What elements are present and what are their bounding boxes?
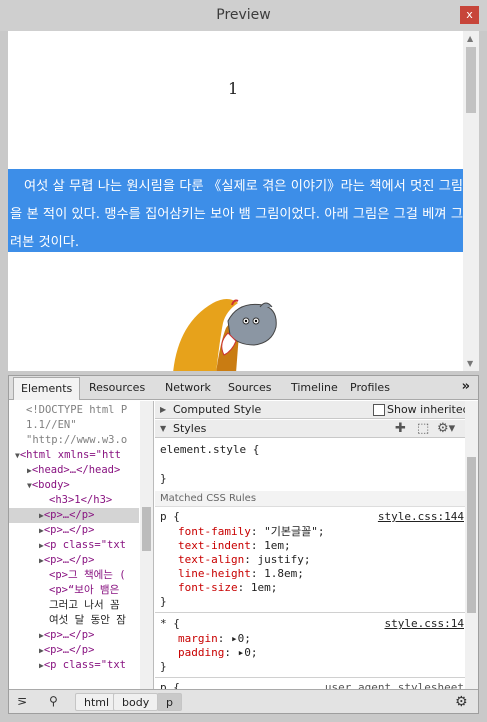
dom-node[interactable]: ▶<p class="txt [39, 538, 126, 553]
gear-icon[interactable]: ⚙▾ [437, 420, 455, 438]
dom-node[interactable]: 그러고 나서 꼼 [49, 598, 120, 613]
rule-source-link[interactable]: style.css:144 [378, 510, 464, 523]
divider [155, 677, 478, 678]
rule-close-brace: } [160, 595, 167, 608]
scroll-down-icon[interactable]: ▼ [467, 359, 473, 368]
settings-gear-icon[interactable]: ⚙ [455, 694, 468, 710]
dom-node[interactable]: ▶<p>…</p> [39, 523, 94, 538]
css-property[interactable]: padding: ▸0; [178, 646, 257, 660]
dom-scrollbar[interactable] [140, 401, 153, 689]
styles-scrollbar[interactable] [465, 401, 478, 689]
rule-close-brace: } [160, 472, 167, 485]
rule-selector[interactable]: p { [160, 681, 180, 689]
rule-selector[interactable]: p { [160, 510, 180, 524]
breadcrumb-p[interactable]: p [157, 693, 182, 711]
dom-node[interactable]: ▶<head>…</head> [27, 463, 120, 478]
dom-tree[interactable]: <!DOCTYPE html P 1.1//EN" "http://www.w3… [9, 401, 154, 689]
close-button[interactable]: x [460, 6, 479, 24]
dom-node[interactable]: ▶<p>…</p> [39, 643, 94, 658]
chapter-heading: 1 [228, 79, 239, 98]
user-agent-source: user agent stylesheet [324, 681, 464, 689]
css-property[interactable]: font-size: 1em; [178, 581, 277, 595]
styles-sidebar: ▶ Computed Style Show inherited ▼ Styles… [155, 401, 478, 689]
computed-style-header[interactable]: ▶ Computed Style Show inherited [155, 401, 478, 419]
paragraph-text: 여섯 살 무렵 나는 원시림을 다룬 《실제로 겪은 이야기》라는 책에서 멋진… [10, 179, 463, 250]
title-bar: Preview x [0, 0, 487, 31]
matched-css-rules-header: Matched CSS Rules [155, 491, 478, 507]
dom-node[interactable]: 1.1//EN" [26, 418, 77, 433]
dom-node[interactable]: "http://www.w3.o [26, 433, 127, 448]
collapsed-triangle-icon[interactable]: ▶ [160, 401, 166, 419]
tab-sources[interactable]: Sources [228, 381, 272, 394]
dom-node[interactable]: <h3>1</h3> [49, 493, 112, 508]
selected-paragraph[interactable]: 여섯 살 무렵 나는 원시림을 다룬 《실제로 겪은 이야기》라는 책에서 멋진… [8, 169, 463, 252]
dom-node[interactable]: ▶<p class="txt [39, 658, 126, 673]
rule-source-link[interactable]: style.css:14 [385, 617, 464, 630]
rule-selector[interactable]: * { [160, 617, 180, 631]
dom-node[interactable]: 여섯 달 동안 잠 [49, 613, 126, 628]
breadcrumb-body[interactable]: body [113, 693, 159, 711]
tab-elements[interactable]: Elements [13, 377, 81, 400]
preview-pane: 1 여섯 살 무렵 나는 원시림을 다룬 《실제로 겪은 이야기》라는 책에서 … [8, 31, 479, 371]
element-style-selector[interactable]: element.style { [160, 443, 259, 457]
dom-node-selected[interactable]: ▶<p>…</p> [9, 508, 139, 523]
divider [155, 612, 478, 613]
dom-node[interactable]: <p>“보아 뱀은 [49, 583, 119, 598]
tab-resources[interactable]: Resources [89, 381, 145, 394]
devtools-panel: Elements Resources Network Sources Timel… [8, 375, 479, 714]
tab-timeline[interactable]: Timeline [291, 381, 338, 394]
show-inherited-checkbox[interactable] [373, 404, 385, 416]
dom-node[interactable]: ▼<body> [27, 478, 70, 493]
rule-close-brace: } [160, 660, 167, 673]
scrollbar-thumb[interactable] [467, 457, 476, 613]
console-drawer-icon[interactable]: ⋝ [17, 694, 27, 708]
dom-node[interactable]: ▶<p>…</p> [39, 628, 94, 643]
css-property[interactable]: line-height: 1.8em; [178, 567, 304, 581]
tab-network[interactable]: Network [165, 381, 211, 394]
tab-profiles[interactable]: Profiles [350, 381, 390, 394]
scrollbar-thumb[interactable] [466, 47, 476, 113]
search-icon[interactable]: ⚲ [49, 694, 58, 708]
add-rule-icon[interactable]: ✚ [395, 420, 406, 438]
dom-node[interactable]: ▼<html xmlns="htt [15, 448, 121, 463]
element-state-icon[interactable]: ⬚ [417, 420, 429, 438]
expanded-triangle-icon[interactable]: ▼ [160, 420, 166, 438]
devtools-tab-bar: Elements Resources Network Sources Timel… [9, 376, 478, 400]
breadcrumb-html[interactable]: html [75, 693, 119, 711]
scroll-up-icon[interactable]: ▲ [467, 34, 473, 43]
styles-header[interactable]: ▼ Styles ✚ ⬚ ⚙▾ [155, 420, 478, 438]
boa-illustration [173, 299, 277, 371]
more-tabs-icon[interactable]: » [462, 379, 470, 394]
show-inherited-label: Show inherited [387, 403, 470, 416]
dom-node[interactable]: <p>그 책에는 ( [49, 568, 126, 583]
dom-node[interactable]: ▶<p>…</p> [39, 553, 94, 568]
preview-scrollbar[interactable]: ▲ ▼ [463, 31, 479, 371]
scrollbar-thumb[interactable] [142, 507, 151, 551]
devtools-status-bar: ⋝ ⚲ html body p ⚙ [9, 689, 478, 713]
css-property[interactable]: text-indent: 1em; [178, 539, 291, 553]
css-property[interactable]: margin: ▸0; [178, 632, 251, 646]
css-property[interactable]: text-align: justify; [178, 553, 310, 567]
window-title: Preview [216, 7, 271, 23]
dom-node[interactable]: <!DOCTYPE html P [26, 403, 127, 418]
css-property[interactable]: font-family: "기본글꼴"; [178, 525, 324, 539]
